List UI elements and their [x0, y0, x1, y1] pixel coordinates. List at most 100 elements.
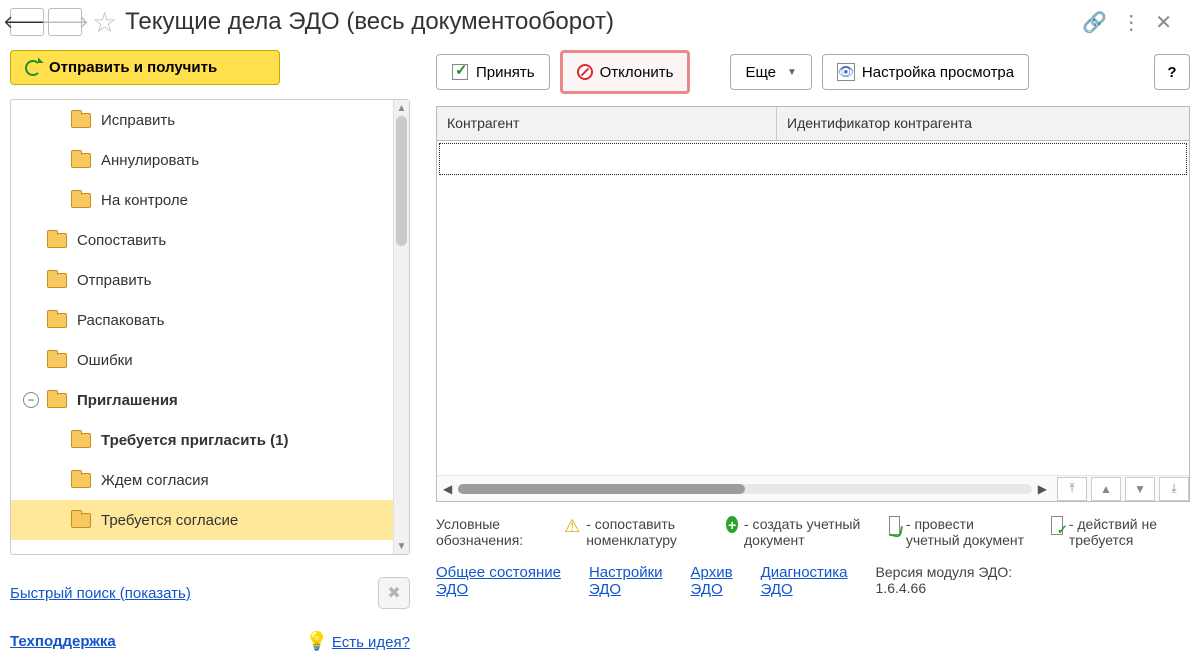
link-archive-2[interactable]: ЭДО [691, 581, 733, 598]
nav-forward-button[interactable]: 🡒 [48, 8, 82, 36]
grid-hscroll[interactable]: ◀ ▶ [437, 482, 1053, 496]
grid-up-button[interactable]: ▲ [1091, 477, 1121, 501]
grid-col-counterparty[interactable]: Контрагент [437, 107, 777, 140]
tree-item-label: Аннулировать [101, 152, 199, 169]
tree-item-label: Ждем согласия [101, 472, 209, 489]
tree-item-label: Отправить [77, 272, 151, 289]
folder-icon [71, 473, 91, 488]
hscroll-right-icon[interactable]: ▶ [1038, 482, 1047, 496]
tree-item[interactable]: Сопоставить [11, 220, 393, 260]
grid-header: Контрагент Идентификатор контрагента [437, 107, 1189, 141]
tree-item-label: Требуется согласие [101, 512, 238, 529]
chevron-down-icon: ▼ [787, 67, 797, 78]
tree-item[interactable]: Распаковать [11, 300, 393, 340]
legend: Условные обозначения: ⚠ - сопоставить но… [436, 516, 1190, 548]
support-link[interactable]: Техподдержка [10, 633, 116, 650]
kebab-menu-icon[interactable]: ⋮ [1121, 10, 1141, 35]
legend-match: - сопоставить номенклатуру [586, 516, 704, 548]
link-settings-2[interactable]: ЭДО [589, 581, 663, 598]
collapse-icon[interactable]: − [23, 392, 39, 408]
quick-search-link[interactable]: Быстрый поиск (показать) [10, 585, 191, 602]
scroll-up-icon[interactable]: ▲ [394, 100, 409, 116]
doc-done-icon [1051, 516, 1063, 535]
titlebar: 🡐 🡒 ☆ Текущие дела ЭДО (весь документооб… [0, 0, 1200, 44]
folder-icon [47, 393, 67, 408]
tree-item-label: Приглашения [77, 392, 178, 409]
folder-icon [71, 153, 91, 168]
toolbar: Принять Отклонить Еще ▼ 👁 Настройка прос… [418, 50, 1190, 94]
accept-icon [451, 63, 469, 81]
plus-icon: + [726, 516, 738, 533]
favorite-star-icon[interactable]: ☆ [92, 6, 117, 39]
clear-search-button[interactable]: ✖ [378, 577, 410, 609]
tree-item[interactable]: Исправить [11, 100, 393, 140]
scroll-thumb[interactable] [396, 116, 407, 246]
legend-title: Условные обозначения: [436, 516, 542, 548]
view-settings-label: Настройка просмотра [862, 64, 1014, 81]
grid-down-button[interactable]: ▼ [1125, 477, 1155, 501]
grid-body[interactable] [437, 141, 1189, 475]
tree-item-label: Распаковать [77, 312, 164, 329]
tree-item[interactable]: Ошибки [11, 340, 393, 380]
folder-icon [71, 193, 91, 208]
folder-icon [71, 113, 91, 128]
reject-button[interactable]: Отклонить [560, 50, 691, 94]
folder-icon [47, 353, 67, 368]
bulb-icon: 💡 [306, 631, 328, 651]
tree-item[interactable]: Требуется пригласить (1) [11, 420, 393, 460]
tree-item[interactable]: Отправить [11, 260, 393, 300]
reject-label: Отклонить [600, 64, 674, 81]
help-button[interactable]: ? [1154, 54, 1190, 90]
tree-item[interactable]: Ждем согласия [11, 460, 393, 500]
version-value: 1.6.4.66 [876, 580, 1013, 596]
link-diag[interactable]: Диагностика [761, 564, 848, 581]
accept-label: Принять [476, 64, 535, 81]
refresh-icon [25, 60, 41, 76]
accept-button[interactable]: Принять [436, 54, 550, 90]
grid-last-button[interactable]: ⤓ [1159, 477, 1189, 501]
view-settings-button[interactable]: 👁 Настройка просмотра [822, 54, 1029, 90]
link-settings[interactable]: Настройки [589, 564, 663, 581]
link-status-2[interactable]: ЭДО [436, 581, 561, 598]
legend-none: - действий не требуется [1069, 516, 1190, 548]
folder-icon [71, 513, 91, 528]
tree-item-label: Сопоставить [77, 232, 166, 249]
link-archive[interactable]: Архив [691, 564, 733, 581]
doc-post-icon [889, 516, 899, 535]
tree-item[interactable]: Аннулировать [11, 140, 393, 180]
close-icon[interactable]: ✕ [1155, 10, 1172, 35]
grid-selected-row[interactable] [439, 143, 1187, 175]
send-receive-label: Отправить и получить [49, 59, 217, 76]
tree-item[interactable]: На контроле [11, 180, 393, 220]
scroll-down-icon[interactable]: ▼ [394, 538, 409, 554]
link-diag-2[interactable]: ЭДО [761, 581, 848, 598]
link-icon[interactable]: 🔗 [1082, 10, 1107, 35]
tree-item-label: На контроле [101, 192, 188, 209]
legend-create: - создать учетный документ [744, 516, 868, 548]
reject-icon [577, 64, 593, 80]
grid-col-identifier[interactable]: Идентификатор контрагента [777, 107, 1189, 140]
tree-item-label: Ошибки [77, 352, 133, 369]
tree-item[interactable]: − Приглашения [11, 380, 393, 420]
version-label: Версия модуля ЭДО: [876, 564, 1013, 580]
folder-tree: Исправить Аннулировать На контроле Сопостав… [10, 99, 410, 555]
more-label: Еще [745, 64, 776, 81]
send-receive-button[interactable]: Отправить и получить [10, 50, 280, 85]
idea-link[interactable]: Есть идея? [332, 634, 410, 651]
tree-item-label: Требуется пригласить (1) [101, 432, 289, 449]
more-button[interactable]: Еще ▼ [730, 54, 811, 90]
hscroll-left-icon[interactable]: ◀ [443, 482, 452, 496]
page-title: Текущие дела ЭДО (весь документооборот) [125, 8, 1082, 36]
tree-scrollbar[interactable]: ▲ ▼ [393, 100, 409, 554]
folder-icon [47, 313, 67, 328]
folder-icon [47, 233, 67, 248]
nav-back-button[interactable]: 🡐 [10, 8, 44, 36]
hscroll-thumb[interactable] [458, 484, 745, 494]
warning-icon: ⚠ [564, 516, 580, 537]
link-status[interactable]: Общее состояние [436, 564, 561, 581]
grid-first-button[interactable]: ⤒ [1057, 477, 1087, 501]
legend-post: - провести учетный документ [906, 516, 1029, 548]
view-settings-icon: 👁 [837, 63, 855, 81]
tree-item[interactable]: Требуется согласие [11, 500, 393, 540]
folder-icon [47, 273, 67, 288]
